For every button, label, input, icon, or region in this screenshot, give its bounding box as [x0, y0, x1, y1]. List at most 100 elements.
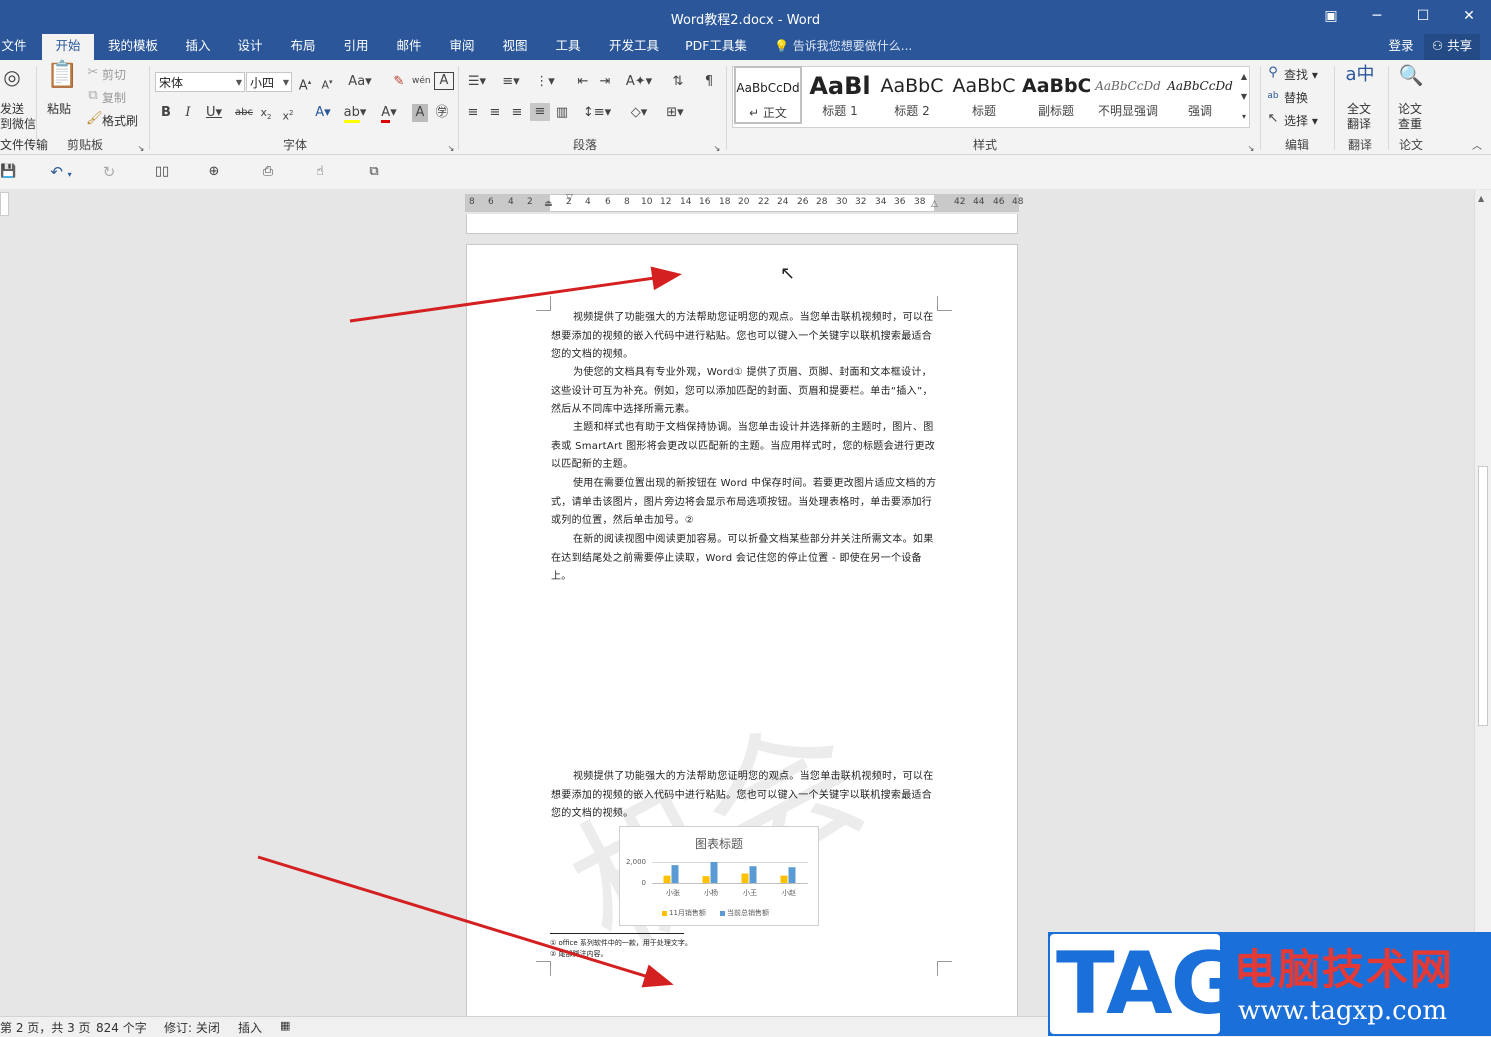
numbering-icon[interactable]: ≡▾: [498, 73, 524, 91]
superscript-icon[interactable]: x2: [280, 104, 296, 126]
vertical-scrollbar[interactable]: ▲: [1474, 190, 1491, 1016]
login-link[interactable]: 登录: [1382, 34, 1420, 60]
style-title[interactable]: AaBbC 标题: [950, 66, 1018, 124]
strikethrough-icon[interactable]: abc: [234, 104, 254, 122]
justify-icon[interactable]: ≡: [530, 103, 550, 121]
translate-icon[interactable]: a中: [1344, 66, 1376, 96]
tab-mailings[interactable]: 邮件: [389, 34, 429, 60]
tab-view[interactable]: 视图: [495, 34, 535, 60]
paste-button[interactable]: 粘贴: [47, 100, 71, 117]
phonetic-guide-icon[interactable]: wén: [412, 72, 431, 90]
tell-me-box[interactable]: 💡 告诉我您想要做什么...: [774, 34, 912, 60]
highlight-icon[interactable]: ab▾: [342, 104, 368, 123]
left-panel-tab[interactable]: [0, 192, 9, 216]
wechat-icon[interactable]: ◎: [0, 67, 24, 87]
style-heading-1[interactable]: AaBl 标题 1: [806, 66, 874, 124]
distributed-icon[interactable]: ▥: [553, 104, 571, 122]
tab-pdf-tools[interactable]: PDF工具集: [680, 34, 752, 60]
align-right-icon[interactable]: ≡: [508, 104, 526, 122]
tab-review[interactable]: 审阅: [442, 34, 482, 60]
style-subtitle[interactable]: AaBbC 副标题: [1022, 66, 1090, 124]
left-indent-marker[interactable]: ⏏: [544, 199, 554, 211]
character-border-icon[interactable]: A: [434, 72, 454, 90]
shrink-font-icon[interactable]: A▾: [318, 73, 336, 95]
italic-icon[interactable]: I: [180, 104, 196, 122]
tab-developer[interactable]: 开发工具: [602, 34, 666, 60]
format-painter-button[interactable]: 格式刷: [102, 112, 138, 129]
share-button[interactable]: ⚇ 共享: [1424, 34, 1480, 60]
style-subtle-emphasis[interactable]: AaBbCcDd 不明显强调: [1094, 66, 1162, 124]
print-preview-icon[interactable]: ⎙: [258, 163, 278, 181]
horizontal-ruler[interactable]: 8 6 4 2 2 4 6 8 10 12 14 16 18 20 22 24 …: [465, 193, 1023, 212]
cut-button[interactable]: 剪切: [102, 66, 126, 83]
align-center-icon[interactable]: ≡: [486, 104, 504, 122]
track-changes-status[interactable]: 修订: 关闭: [164, 1019, 220, 1036]
copy-button[interactable]: 复制: [102, 89, 126, 106]
document-page[interactable]: 机会 视频提供了功能强大的方法帮助您证明您的观点。当您单击联机视频时，可以在想要…: [466, 244, 1018, 1024]
tab-file[interactable]: 文件: [0, 34, 28, 60]
decrease-indent-icon[interactable]: ⇤: [574, 73, 592, 91]
web-layout-icon[interactable]: ⊕: [204, 163, 224, 181]
change-case-icon[interactable]: Aa▾: [346, 73, 374, 91]
undo-icon[interactable]: ↶ ▾: [44, 163, 78, 184]
redo-icon[interactable]: ↻: [100, 163, 118, 181]
copy-icon[interactable]: ⧉: [86, 87, 100, 105]
word-count[interactable]: 824 个字: [96, 1019, 147, 1036]
chinese-layout-icon[interactable]: A✦▾: [622, 73, 656, 91]
insert-mode-status[interactable]: 插入: [238, 1019, 262, 1036]
bullets-icon[interactable]: ☰▾: [464, 73, 490, 91]
tab-references[interactable]: 引用: [336, 34, 376, 60]
grow-font-icon[interactable]: A▴: [296, 73, 314, 95]
macro-record-icon[interactable]: ▦: [280, 1019, 290, 1032]
body-paragraph[interactable]: 视频提供了功能强大的方法帮助您证明您的观点。当您单击联机视频时，可以在想要添加的…: [551, 768, 937, 824]
maximize-button[interactable]: ☐: [1412, 6, 1434, 26]
scissors-icon[interactable]: ✂: [86, 64, 100, 82]
body-paragraph[interactable]: 视频提供了功能强大的方法帮助您证明您的观点。当您单击联机视频时，可以在想要添加的…: [551, 309, 937, 365]
underline-icon[interactable]: U▾: [202, 104, 226, 122]
bold-icon[interactable]: B: [158, 104, 174, 122]
cursor-select-icon[interactable]: ↖: [1266, 110, 1280, 128]
chevron-down-icon[interactable]: ▼: [1238, 88, 1250, 106]
text-effects-icon[interactable]: A▾: [310, 104, 336, 122]
multilevel-list-icon[interactable]: ⋮▾: [532, 73, 558, 91]
shading-icon[interactable]: ◇▾: [624, 104, 654, 122]
body-paragraph[interactable]: 在新的阅读视图中阅读更加容易。可以折叠文档某些部分并关注所需文本。如果在达到结尾…: [551, 531, 937, 587]
tab-my-templates[interactable]: 我的模板: [100, 34, 166, 60]
gallery-more-icon[interactable]: ▾: [1238, 108, 1250, 126]
replace-button[interactable]: 替换: [1284, 89, 1308, 106]
thesis-check-icon[interactable]: 🔍: [1396, 65, 1426, 96]
subscript-icon[interactable]: x2: [258, 104, 274, 126]
save-icon[interactable]: 💾: [0, 163, 16, 181]
close-button[interactable]: ✕: [1458, 6, 1480, 26]
customize-icon[interactable]: ⧉: [364, 163, 384, 181]
send-wechat-line2[interactable]: 到微信: [0, 115, 36, 132]
body-paragraph[interactable]: 为使您的文档具有专业外观，Word① 提供了页眉、页脚、封面和文本框设计，这些设…: [551, 364, 937, 420]
tab-home[interactable]: 开始: [42, 34, 94, 60]
tab-tools[interactable]: 工具: [548, 34, 588, 60]
sort-icon[interactable]: ⇅: [668, 73, 688, 91]
format-painter-icon[interactable]: 🖌: [86, 110, 103, 128]
first-line-indent-marker[interactable]: ▽: [566, 193, 576, 203]
font-size-select[interactable]: 小四 ▼: [246, 72, 292, 92]
footnote[interactable]: ② 尾部脚注内容。: [550, 949, 608, 959]
font-color-icon[interactable]: A▾: [376, 104, 402, 123]
body-paragraph[interactable]: 使用在需要位置出现的新按钮在 Word 中保存时间。若要更改图片适应文档的方式，…: [551, 475, 937, 531]
minimize-button[interactable]: ─: [1366, 6, 1388, 26]
increase-indent-icon[interactable]: ⇥: [596, 73, 614, 91]
chevron-up-icon[interactable]: ▲: [1238, 68, 1250, 86]
align-left-icon[interactable]: ≡: [464, 104, 482, 122]
style-emphasis[interactable]: AaBbCcDd 强调: [1166, 66, 1234, 124]
line-spacing-icon[interactable]: ↕≡▾: [582, 104, 612, 122]
search-icon[interactable]: ⚲: [1266, 64, 1280, 82]
character-shading-icon[interactable]: A: [412, 104, 428, 122]
show-marks-icon[interactable]: ¶: [700, 73, 718, 91]
tab-insert[interactable]: 插入: [178, 34, 218, 60]
two-pages-icon[interactable]: ▯▯: [152, 163, 172, 181]
tab-layout[interactable]: 布局: [283, 34, 323, 60]
paste-icon[interactable]: 📋: [46, 62, 78, 88]
right-indent-marker[interactable]: △: [931, 199, 941, 211]
scrollbar-thumb[interactable]: [1478, 466, 1488, 726]
ribbon-display-icon[interactable]: ▣: [1320, 6, 1342, 26]
clear-format-icon[interactable]: ✎: [390, 73, 408, 91]
scroll-up-icon[interactable]: ▲: [1478, 194, 1484, 203]
